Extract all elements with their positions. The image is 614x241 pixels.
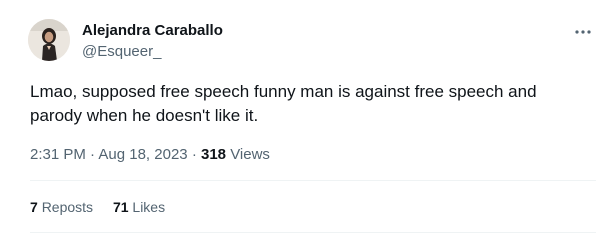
author-display-name[interactable]: Alejandra Caraballo xyxy=(82,21,223,41)
likes-count: 71 xyxy=(112,199,129,215)
reposts-count: 7 xyxy=(30,199,38,215)
meta-separator: · xyxy=(90,146,96,163)
views-count: 318 xyxy=(200,146,227,163)
author-info: Alejandra Caraballo @Esqueer_ xyxy=(82,21,223,62)
tweet-date: Aug 18, 2023 xyxy=(98,146,188,163)
meta-separator: · xyxy=(191,146,197,163)
more-horizontal-icon xyxy=(575,30,591,34)
divider xyxy=(30,232,596,233)
views-label: Views xyxy=(230,146,270,163)
likes-stat[interactable]: 71 Likes xyxy=(113,197,165,217)
avatar-image xyxy=(28,19,70,61)
reposts-label: Reposts xyxy=(41,199,94,215)
views[interactable]: 318 Views xyxy=(201,146,270,163)
more-options-button[interactable] xyxy=(570,22,596,42)
tweet-meta: 2:31 PM · Aug 18, 2023 · 318 Views xyxy=(30,145,270,165)
likes-label: Likes xyxy=(132,199,166,215)
avatar[interactable] xyxy=(28,19,70,61)
tweet-card: Alejandra Caraballo @Esqueer_ Lmao, supp… xyxy=(0,0,614,241)
engagement-stats: 7 Reposts 71 Likes xyxy=(30,197,181,217)
tweet-text: Lmao, supposed free speech funny man is … xyxy=(30,82,537,125)
divider xyxy=(30,180,596,181)
author-handle[interactable]: @Esqueer_ xyxy=(82,42,223,62)
tweet-time: 2:31 PM xyxy=(30,146,86,163)
reposts-stat[interactable]: 7 Reposts xyxy=(30,197,93,217)
tweet-timestamp[interactable]: 2:31 PM · Aug 18, 2023 xyxy=(30,146,188,163)
